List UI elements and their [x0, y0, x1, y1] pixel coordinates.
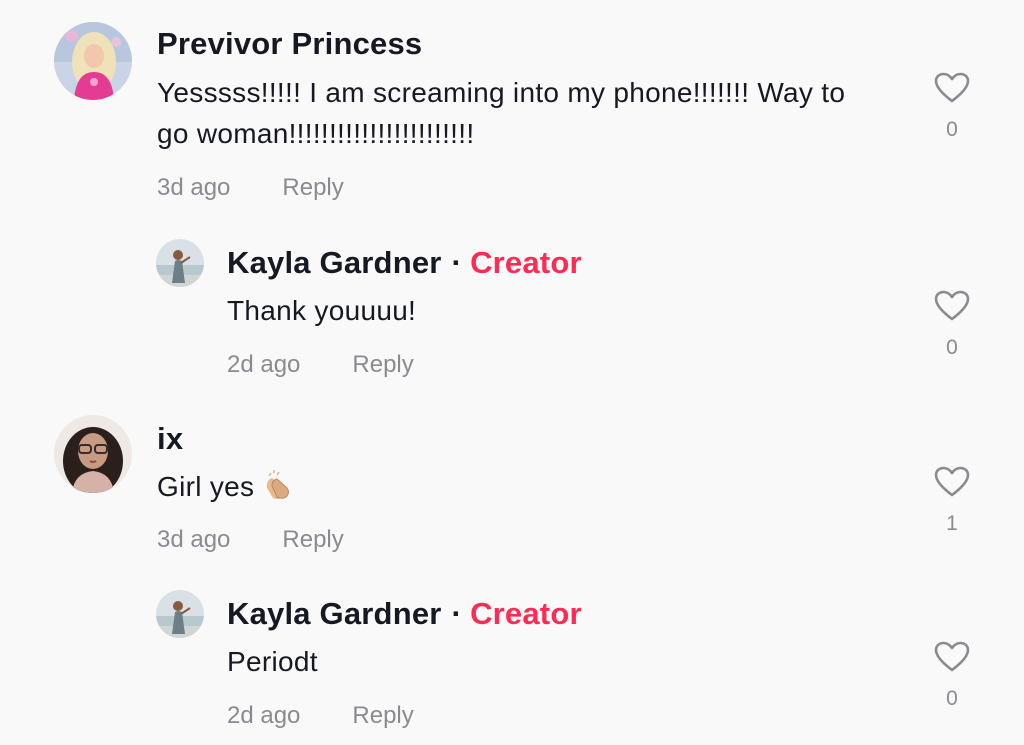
comment-meta: 3d ago Reply: [157, 526, 344, 554]
like-count: 0: [946, 118, 958, 141]
comment-text-line: go woman!!!!!!!!!!!!!!!!!!!!!!!: [157, 118, 475, 149]
heart-icon: [934, 641, 970, 672]
separator-dot: ·: [451, 596, 463, 631]
heart-icon: [934, 290, 970, 321]
avatar-kayla-gardner[interactable]: [156, 239, 204, 287]
reply-button[interactable]: Reply: [282, 526, 343, 553]
like-button[interactable]: 1: [932, 466, 972, 536]
like-button[interactable]: 0: [932, 72, 972, 142]
heart-icon: [934, 72, 970, 103]
like-count: 1: [946, 512, 958, 535]
comment-timestamp: 3d ago: [157, 526, 231, 553]
avatar-previvor-princess[interactable]: [54, 22, 132, 100]
comment-username[interactable]: ix: [157, 421, 183, 457]
comment-text-line: Yesssss!!!!! I am screaming into my phon…: [157, 77, 846, 108]
reply-meta: 2d ago Reply: [227, 351, 414, 379]
comment-text: Yesssss!!!!! I am screaming into my phon…: [157, 72, 845, 154]
reply-username[interactable]: Kayla Gardner: [227, 596, 442, 631]
like-count: 0: [946, 336, 958, 359]
comment-username[interactable]: Previvor Princess: [157, 26, 422, 62]
reply-meta: 2d ago Reply: [227, 702, 414, 730]
reply-button[interactable]: Reply: [352, 702, 413, 729]
separator-dot: ·: [451, 245, 463, 280]
comment-meta: 3d ago Reply: [157, 174, 344, 202]
reply-text: Thank youuuu!: [227, 295, 417, 326]
reply-username[interactable]: Kayla Gardner: [227, 245, 442, 280]
clapping-hands-icon: [260, 468, 294, 513]
comment-text-content: Girl yes: [157, 471, 255, 502]
reply-username-line: Kayla Gardner · Creator: [227, 245, 582, 281]
creator-badge: Creator: [470, 596, 582, 631]
reply-timestamp: 2d ago: [227, 351, 301, 378]
creator-badge: Creator: [470, 245, 582, 280]
comment-text: Girl yes: [157, 466, 294, 513]
like-count: 0: [946, 687, 958, 710]
reply-username-line: Kayla Gardner · Creator: [227, 596, 582, 632]
like-button[interactable]: 0: [932, 641, 972, 711]
reply-timestamp: 2d ago: [227, 702, 301, 729]
reply-button[interactable]: Reply: [282, 174, 343, 201]
comment-timestamp: 3d ago: [157, 174, 231, 201]
heart-icon: [934, 466, 970, 497]
avatar-kayla-gardner[interactable]: [156, 590, 204, 638]
like-button[interactable]: 0: [932, 290, 972, 360]
reply-text: Periodt: [227, 646, 318, 677]
avatar-ix[interactable]: [54, 415, 132, 493]
reply-button[interactable]: Reply: [352, 351, 413, 378]
